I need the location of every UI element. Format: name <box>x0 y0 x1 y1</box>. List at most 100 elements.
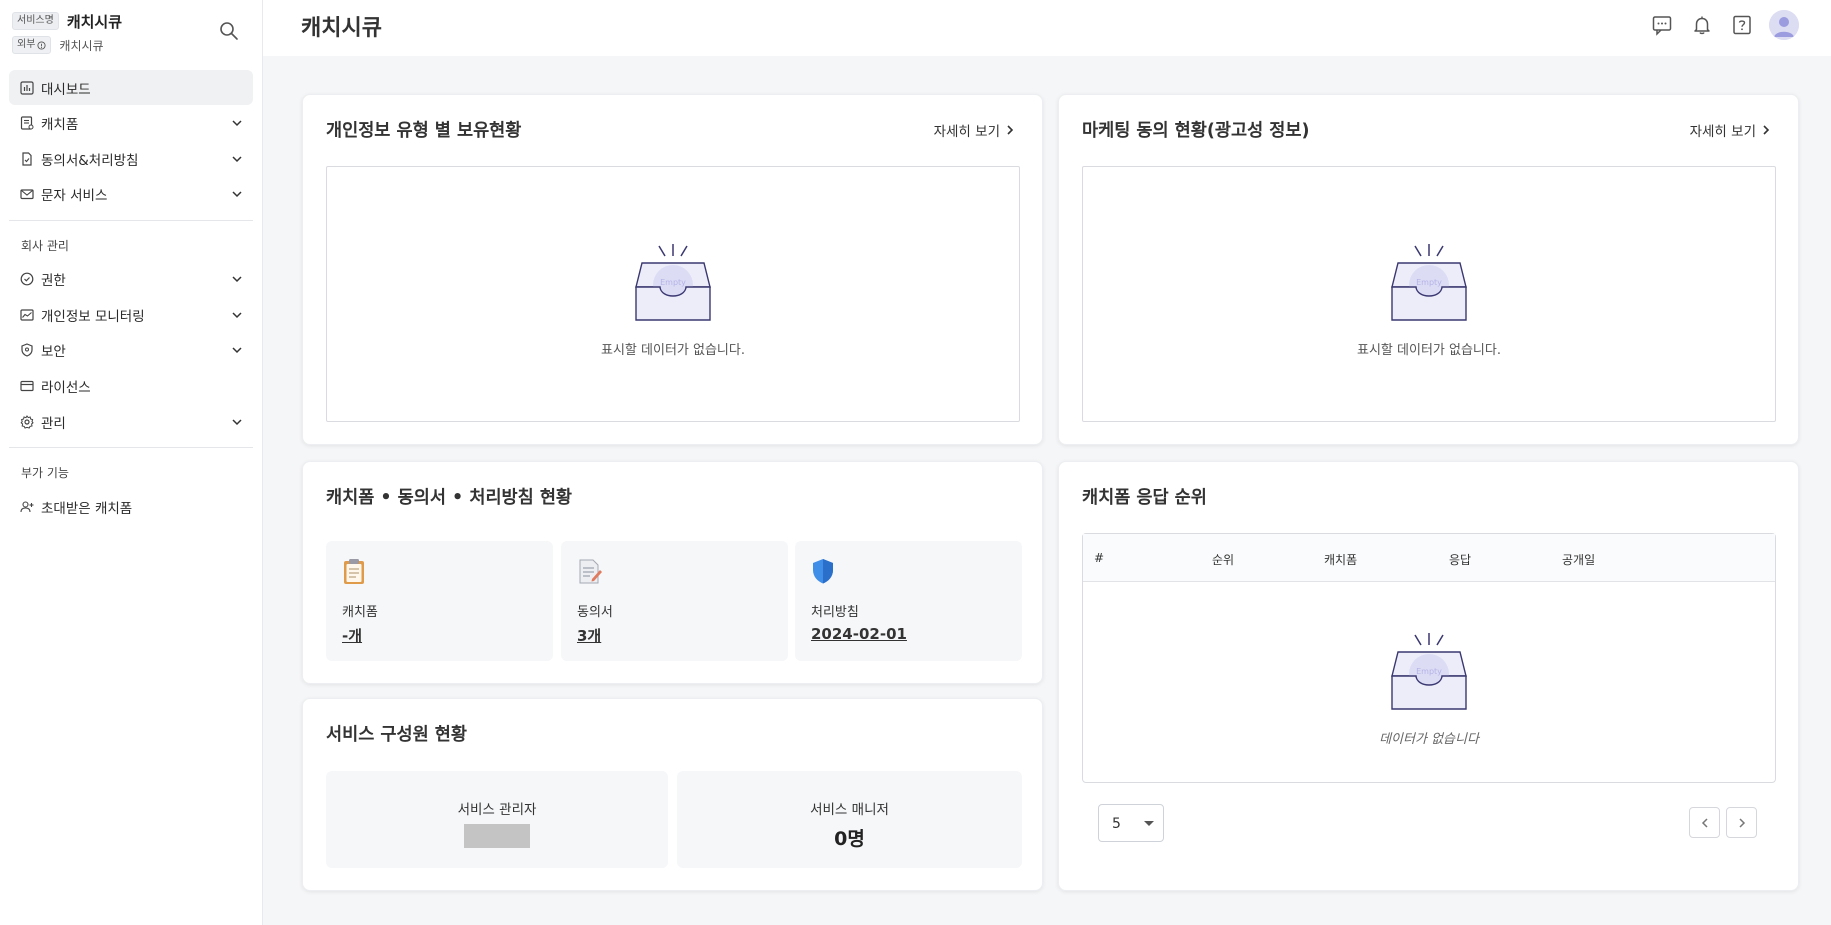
chevron-down-icon <box>232 312 242 318</box>
detail-link[interactable]: 자세히 보기 <box>934 120 1014 140</box>
ranking-table: # 순위 캐치폼 응답 공개일 Empty 데이터가 없습니다 <box>1082 533 1776 783</box>
document-icon <box>19 151 35 167</box>
sidebar-divider <box>9 447 253 449</box>
form-response-ranking-card: 캐치폼 응답 순위 # 순위 캐치폼 응답 공개일 Empty 데이터가 없습니… <box>1058 461 1799 891</box>
chevron-down-icon <box>232 419 242 425</box>
chevron-down-icon <box>232 156 242 162</box>
member-tile-manager: 서비스 매니저 0명 <box>677 771 1022 868</box>
dashboard-icon <box>19 80 35 96</box>
stat-tile-catchform[interactable]: 캐치폼 -개 <box>326 541 553 661</box>
help-icon[interactable] <box>1729 12 1755 38</box>
service-sub-name: 캐치시큐 <box>59 38 104 53</box>
empty-inbox-icon: Empty <box>1391 633 1467 710</box>
empty-illustration-label: Empty <box>1416 667 1442 676</box>
settings-icon <box>19 414 35 430</box>
external-tag[interactable]: 외부 <box>12 36 52 54</box>
sidebar-divider <box>9 219 253 221</box>
bell-icon[interactable] <box>1689 12 1715 38</box>
mail-icon <box>19 186 35 202</box>
page-size-value: 5 <box>1112 816 1121 832</box>
document-pen-icon <box>579 559 602 584</box>
column-header[interactable]: 응답 <box>1449 551 1471 568</box>
page-title: 캐치시큐 <box>301 16 382 41</box>
stat-value[interactable]: 3개 <box>577 625 601 646</box>
sidebar-item-label: 동의서&처리방침 <box>41 152 139 169</box>
sidebar-item-security[interactable]: 보안 <box>9 333 253 368</box>
sidebar-item-label: 개인정보 모니터링 <box>41 308 145 325</box>
empty-state-box: Empty 표시할 데이터가 없습니다. <box>1082 166 1776 422</box>
group-label-company: 회사 관리 <box>21 238 69 253</box>
external-tag-label: 외부 <box>17 39 36 50</box>
card-title: 마케팅 동의 현황(광고성 정보) <box>1082 121 1310 141</box>
sidebar-item-admin[interactable]: 관리 <box>9 404 253 439</box>
chevron-left-icon <box>1701 817 1708 828</box>
card-title: 캐치폼 응답 순위 <box>1082 488 1207 508</box>
column-header[interactable]: 순위 <box>1212 551 1234 568</box>
empty-text: 표시할 데이터가 없습니다. <box>601 343 745 358</box>
sidebar-item-consent-policy[interactable]: 동의서&처리방침 <box>9 141 253 176</box>
service-tag: 서비스명 <box>12 12 59 30</box>
card-title: 서비스 구성원 현황 <box>326 725 467 745</box>
sidebar-item-label: 라이선스 <box>41 380 91 397</box>
stat-label: 캐치폼 <box>342 605 378 620</box>
empty-state: Empty 표시할 데이터가 없습니다. <box>1083 243 1775 358</box>
member-tile-admin: 서비스 관리자 <box>326 771 668 868</box>
sidebar-item-sms[interactable]: 문자 서비스 <box>9 177 253 212</box>
member-value: 0명 <box>834 828 865 850</box>
info-icon <box>37 40 46 50</box>
top-header: 캐치시큐 <box>263 0 1831 56</box>
sidebar-item-label: 보안 <box>41 344 66 361</box>
chevron-down-icon <box>232 276 242 283</box>
brand-header: 서비스명 캐치시큐 외부 캐치시큐 <box>0 0 262 64</box>
empty-state-box: Empty 표시할 데이터가 없습니다. <box>326 166 1020 422</box>
stat-tile-consent[interactable]: 동의서 3개 <box>561 541 788 661</box>
form-icon <box>19 115 35 131</box>
prev-page-button[interactable] <box>1689 807 1720 838</box>
empty-illustration-label: Empty <box>1416 278 1442 287</box>
empty-state: Empty 데이터가 없습니다 <box>1083 632 1775 747</box>
user-add-icon <box>19 499 35 515</box>
stat-tile-policy[interactable]: 처리방침 2024-02-01 <box>795 541 1022 661</box>
privacy-holdings-card: 개인정보 유형 별 보유현황 자세히 보기 Empty 표시할 데이터가 없습니… <box>302 94 1043 445</box>
avatar[interactable] <box>1769 10 1799 40</box>
next-page-button[interactable] <box>1726 807 1757 838</box>
column-header[interactable]: 공개일 <box>1562 551 1595 568</box>
caret-down-icon <box>1144 821 1154 826</box>
stat-value[interactable]: -개 <box>342 625 362 646</box>
sidebar-item-label: 초대받은 캐치폼 <box>41 500 133 517</box>
sidebar-menu: 대시보드 캐치폼 동의서&처리방침 문자 서비스 회사 관리 권한 개인정보 모… <box>0 64 262 524</box>
sidebar-item-label: 문자 서비스 <box>41 188 108 205</box>
shield-icon <box>813 559 833 584</box>
status-overview-card: 캐치폼 • 동의서 • 처리방침 현황 캐치폼 -개 동의서 3개 처리방침 2… <box>302 461 1043 684</box>
chevron-right-icon <box>1007 125 1014 135</box>
sidebar-item-invited-forms[interactable]: 초대받은 캐치폼 <box>9 489 253 524</box>
sidebar-item-label: 권한 <box>41 273 66 290</box>
table-header: # 순위 캐치폼 응답 공개일 <box>1083 534 1775 582</box>
check-circle-icon <box>19 271 35 287</box>
empty-text: 표시할 데이터가 없습니다. <box>1357 343 1501 358</box>
empty-text: 데이터가 없습니다 <box>1379 732 1479 747</box>
sidebar-item-label: 대시보드 <box>41 81 91 98</box>
clipboard-icon <box>344 559 364 584</box>
sidebar-item-dashboard[interactable]: 대시보드 <box>9 70 253 105</box>
sidebar-item-license[interactable]: 라이선스 <box>9 369 253 404</box>
sidebar-item-label: 캐치폼 <box>41 117 79 134</box>
search-icon[interactable] <box>218 20 240 42</box>
member-label: 서비스 관리자 <box>457 802 537 818</box>
sidebar-item-label: 관리 <box>41 415 66 432</box>
service-members-card: 서비스 구성원 현황 서비스 관리자 서비스 매니저 0명 <box>302 698 1043 891</box>
group-label-extra: 부가 기능 <box>21 466 69 481</box>
sidebar-item-privacy-monitoring[interactable]: 개인정보 모니터링 <box>9 297 253 332</box>
column-header[interactable]: # <box>1094 551 1104 565</box>
stat-label: 동의서 <box>577 605 613 620</box>
chat-icon[interactable] <box>1649 12 1675 38</box>
sidebar-item-permission[interactable]: 권한 <box>9 262 253 297</box>
empty-inbox-icon: Empty <box>635 244 711 321</box>
stat-value[interactable]: 2024-02-01 <box>811 625 907 643</box>
detail-link[interactable]: 자세히 보기 <box>1690 120 1770 140</box>
empty-inbox-icon: Empty <box>1391 244 1467 321</box>
page-size-select[interactable]: 5 <box>1098 804 1164 842</box>
sidebar-item-catchform[interactable]: 캐치폼 <box>9 106 253 141</box>
empty-illustration-label: Empty <box>660 278 686 287</box>
column-header[interactable]: 캐치폼 <box>1324 551 1357 568</box>
